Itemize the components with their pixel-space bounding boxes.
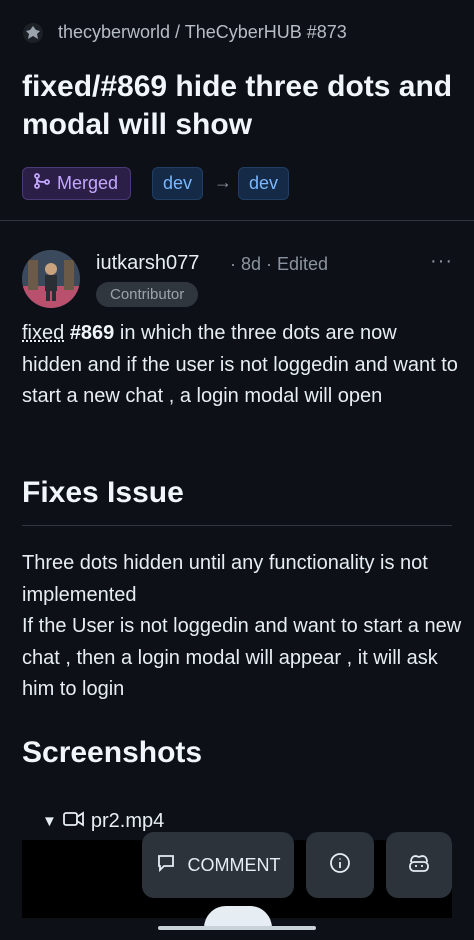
home-indicator[interactable] (158, 926, 316, 930)
video-disclosure[interactable]: ▼ pr2.mp4 (42, 810, 164, 833)
comment-intro: fixed #869 in which the three dots are n… (22, 318, 462, 413)
base-branch-badge[interactable]: dev (152, 167, 204, 200)
head-branch-badge[interactable]: dev (238, 167, 290, 200)
pr-title: fixed/#869 hide three dots and modal wil… (22, 70, 453, 141)
video-filename: pr2.mp4 (90, 810, 165, 832)
intro-word: fixed (22, 322, 65, 344)
top-bar: thecyberworld / TheCyberHUB #873 (0, 0, 474, 68)
comment-button[interactable]: COMMENT (142, 832, 294, 898)
copilot-icon (407, 852, 431, 879)
info-button[interactable] (306, 832, 374, 898)
comment-meta: · 8d · Edited (230, 254, 329, 274)
fixes-line: If the User is not loggedin and want to … (22, 615, 462, 700)
fixes-line: Three dots hidden until any functionalit… (22, 552, 428, 606)
video-camera-icon (62, 810, 85, 833)
comment-button-label: COMMENT (187, 854, 281, 875)
screenshots-heading: Screenshots (22, 736, 203, 769)
merge-icon (33, 172, 51, 195)
fixes-issue-heading: Fixes Issue (22, 476, 184, 509)
copilot-button[interactable] (386, 832, 452, 898)
branch-arrow: → (214, 172, 232, 192)
fixes-description: Three dots hidden until any functionalit… (22, 548, 462, 706)
repo-owner-avatar-icon[interactable] (22, 22, 44, 44)
author-avatar[interactable] (22, 250, 80, 308)
info-icon (329, 852, 351, 879)
issue-link[interactable]: #869 (70, 322, 115, 344)
merged-status-badge: Merged (22, 167, 132, 200)
caret-down-icon: ▼ (42, 813, 57, 830)
contributor-badge: Contributor (96, 282, 199, 307)
heading-rule (22, 525, 452, 526)
header-divider (0, 220, 474, 221)
more-options-icon[interactable]: ··· (430, 250, 453, 273)
scroll-indicator (204, 906, 272, 928)
repo-breadcrumb[interactable]: thecyberworld / TheCyberHUB #873 (58, 22, 347, 43)
comment-author[interactable]: iutkarsh077 (96, 252, 199, 275)
comment-icon (156, 853, 176, 878)
merged-status-label: Merged (57, 173, 119, 193)
